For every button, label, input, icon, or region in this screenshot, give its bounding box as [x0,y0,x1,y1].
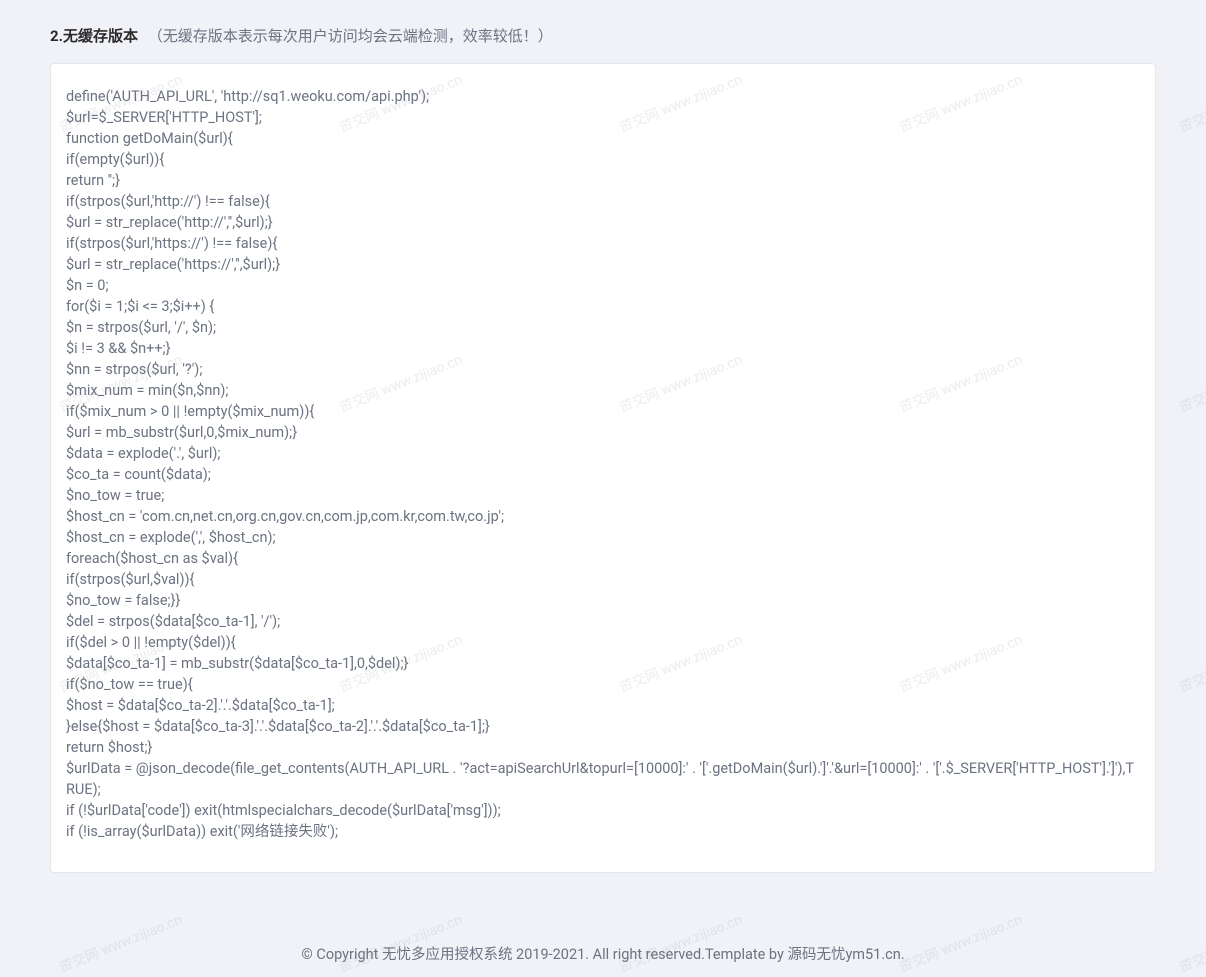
section-title: 2.无缓存版本 [50,27,138,45]
code-content: define('AUTH_API_URL', 'http://sq1.weoku… [66,86,1140,842]
section-description: （无缓存版本表示每次用户访问均会云端检测，效率较低！） [148,27,553,45]
code-display-box: define('AUTH_API_URL', 'http://sq1.weoku… [50,63,1156,873]
section-header: 2.无缓存版本 （无缓存版本表示每次用户访问均会云端检测，效率较低！） [50,25,1156,48]
footer-copyright: © Copyright 无忧多应用授权系统 2019-2021. All rig… [0,913,1206,974]
